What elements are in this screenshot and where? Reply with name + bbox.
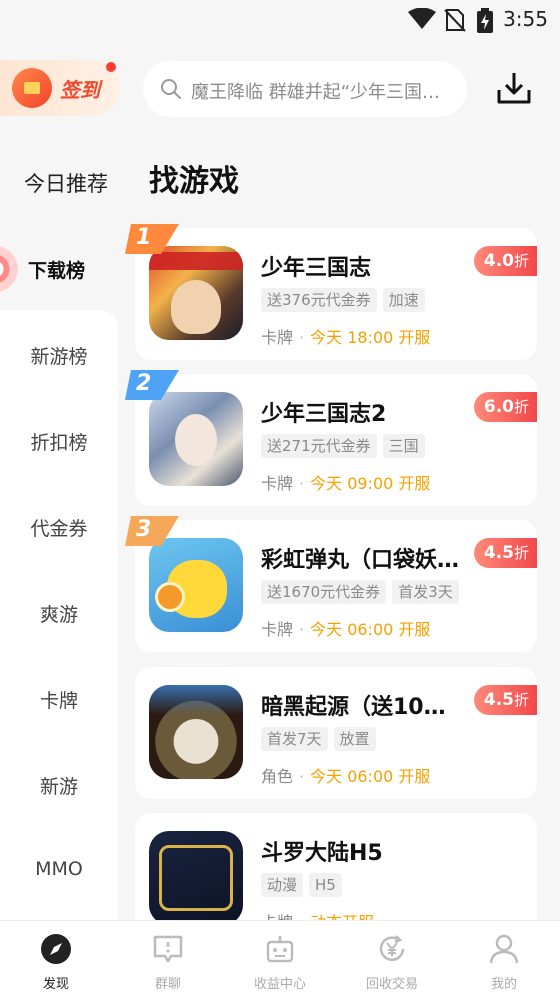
- search-icon: [161, 79, 181, 99]
- discount-badge: 4.5折: [473, 538, 537, 568]
- discount-badge: 4.5折: [473, 685, 537, 715]
- status-bar: 3:55: [0, 0, 560, 40]
- sidebar-item-label: 下载榜: [28, 260, 86, 282]
- bottom-nav: 发现 群聊 收益中心 回收交易 我的: [0, 920, 560, 997]
- game-meta: 卡牌 · 今天 06:00 开服: [261, 620, 431, 639]
- game-category: 卡牌: [261, 328, 294, 347]
- nav-label: 收益中心: [253, 977, 306, 992]
- game-icon: [149, 685, 243, 779]
- checkin-button[interactable]: 签到: [0, 60, 120, 116]
- game-card[interactable]: 1 少年三国志 4.0折 送376元代金券 加速 卡牌 · 今天 18:00 开服: [125, 224, 537, 360]
- game-meta: 卡牌 · 今天 18:00 开服: [261, 328, 431, 347]
- game-tags: 送1670元代金券 首发3天: [261, 580, 465, 604]
- tag: 送1670元代金券: [261, 580, 387, 604]
- discount-badge: 4.0折: [473, 246, 537, 276]
- sidebar-item-discount-rank[interactable]: 折扣榜: [0, 428, 118, 455]
- server-open-time: 今天 06:00 开服: [310, 767, 431, 786]
- game-card[interactable]: 2 少年三国志2 6.0折 送271元代金券 三国 卡牌 · 今天 09:00 开服: [125, 370, 537, 506]
- game-card[interactable]: 斗罗大陆H5 动漫 H5 卡牌 · 动态开服: [135, 813, 537, 923]
- game-icon: [149, 831, 243, 923]
- category-sidebar: 下载榜 新游榜 折扣榜 代金券 爽游 卡牌 新游 MMO: [0, 224, 118, 930]
- game-meta: 角色 · 今天 06:00 开服: [261, 767, 431, 786]
- game-tags: 送376元代金券 加速: [261, 288, 431, 312]
- tag: 首发3天: [392, 580, 459, 604]
- robot-icon: [266, 936, 294, 963]
- battery-charging-icon: [477, 8, 493, 33]
- nav-label: 发现: [42, 977, 69, 992]
- sidebar-item-mmo[interactable]: MMO: [0, 858, 118, 880]
- chat-icon: [153, 935, 183, 963]
- game-meta: 卡牌 · 今天 09:00 开服: [261, 474, 431, 493]
- game-name: 彩虹弹丸（口袋妖…: [261, 548, 460, 573]
- server-open-time: 今天 18:00 开服: [310, 328, 431, 347]
- nav-label: 回收交易: [365, 977, 418, 992]
- tag: 送271元代金券: [261, 434, 377, 458]
- tab-today-recommend[interactable]: 今日推荐: [24, 168, 108, 198]
- rank-badge-bronze: [125, 516, 179, 546]
- sidebar-item-voucher[interactable]: 代金券: [0, 514, 118, 541]
- rank-badge-gold: [125, 224, 179, 254]
- game-name: 少年三国志: [261, 256, 372, 281]
- sidebar-list: 新游榜 折扣榜 代金券 爽游 卡牌 新游 MMO: [0, 310, 118, 930]
- wifi-icon: [408, 8, 436, 29]
- sidebar-item-new-games[interactable]: 新游: [0, 772, 118, 799]
- tag: 三国: [382, 434, 425, 458]
- game-tags: 送271元代金券 三国: [261, 434, 431, 458]
- discount-badge: 6.0折: [473, 392, 537, 422]
- game-card[interactable]: 暗黑起源（送10… 4.5折 首发7天 放置 角色 · 今天 06:00 开服: [135, 667, 537, 799]
- nav-label: 群聊: [154, 977, 181, 992]
- person-icon: [489, 934, 519, 964]
- tag: 放置: [333, 727, 376, 751]
- yen-recycle-icon: [379, 935, 405, 961]
- server-open-time: 今天 09:00 开服: [310, 474, 431, 493]
- tag: 加速: [382, 288, 425, 312]
- tag: 送376元代金券: [261, 288, 377, 312]
- tag: 首发7天: [261, 727, 328, 751]
- notification-dot: [106, 62, 116, 72]
- server-open-time: 今天 06:00 开服: [310, 620, 431, 639]
- game-category: 角色: [261, 767, 294, 786]
- rank-badge-silver: [125, 370, 179, 400]
- game-name: 斗罗大陆H5: [261, 841, 383, 866]
- nav-earnings-center[interactable]: 收益中心: [224, 921, 336, 997]
- nav-mine[interactable]: 我的: [448, 921, 560, 997]
- sidebar-item-easy-games[interactable]: 爽游: [0, 600, 118, 627]
- page-title: 找游戏: [149, 164, 239, 199]
- game-category: 卡牌: [261, 474, 294, 493]
- game-tags: 首发7天 放置: [261, 727, 382, 751]
- sidebar-item-new-rank[interactable]: 新游榜: [0, 342, 118, 369]
- checkin-label: 签到: [60, 78, 100, 102]
- compass-icon: [41, 934, 71, 964]
- nav-discover[interactable]: 发现: [0, 921, 112, 997]
- game-category: 卡牌: [261, 620, 294, 639]
- tag: 动漫: [261, 873, 304, 897]
- tag: H5: [309, 873, 342, 897]
- game-card[interactable]: 3 彩虹弹丸（口袋妖… 4.5折 送1670元代金券 首发3天 卡牌 · 今天 06:…: [125, 516, 537, 652]
- nav-label: 我的: [490, 977, 517, 992]
- nav-group-chat[interactable]: 群聊: [112, 921, 224, 997]
- search-placeholder: 魔王降临 群雄并起“少年三国…: [191, 82, 441, 103]
- download-icon[interactable]: [496, 70, 532, 106]
- red-envelope-icon: [12, 68, 52, 108]
- nav-recycle-trade[interactable]: 回收交易: [336, 921, 448, 997]
- active-indicator: [0, 246, 18, 292]
- game-tags: 动漫 H5: [261, 873, 348, 897]
- game-name: 少年三国志2: [261, 402, 387, 427]
- game-name: 暗黑起源（送10…: [261, 695, 446, 720]
- sidebar-item-card[interactable]: 卡牌: [0, 686, 118, 713]
- status-time: 3:55: [503, 7, 548, 31]
- sidebar-item-download-rank[interactable]: 下载榜: [0, 244, 118, 294]
- search-input[interactable]: 魔王降临 群雄并起“少年三国…: [143, 61, 467, 117]
- no-sim-icon: [444, 9, 466, 32]
